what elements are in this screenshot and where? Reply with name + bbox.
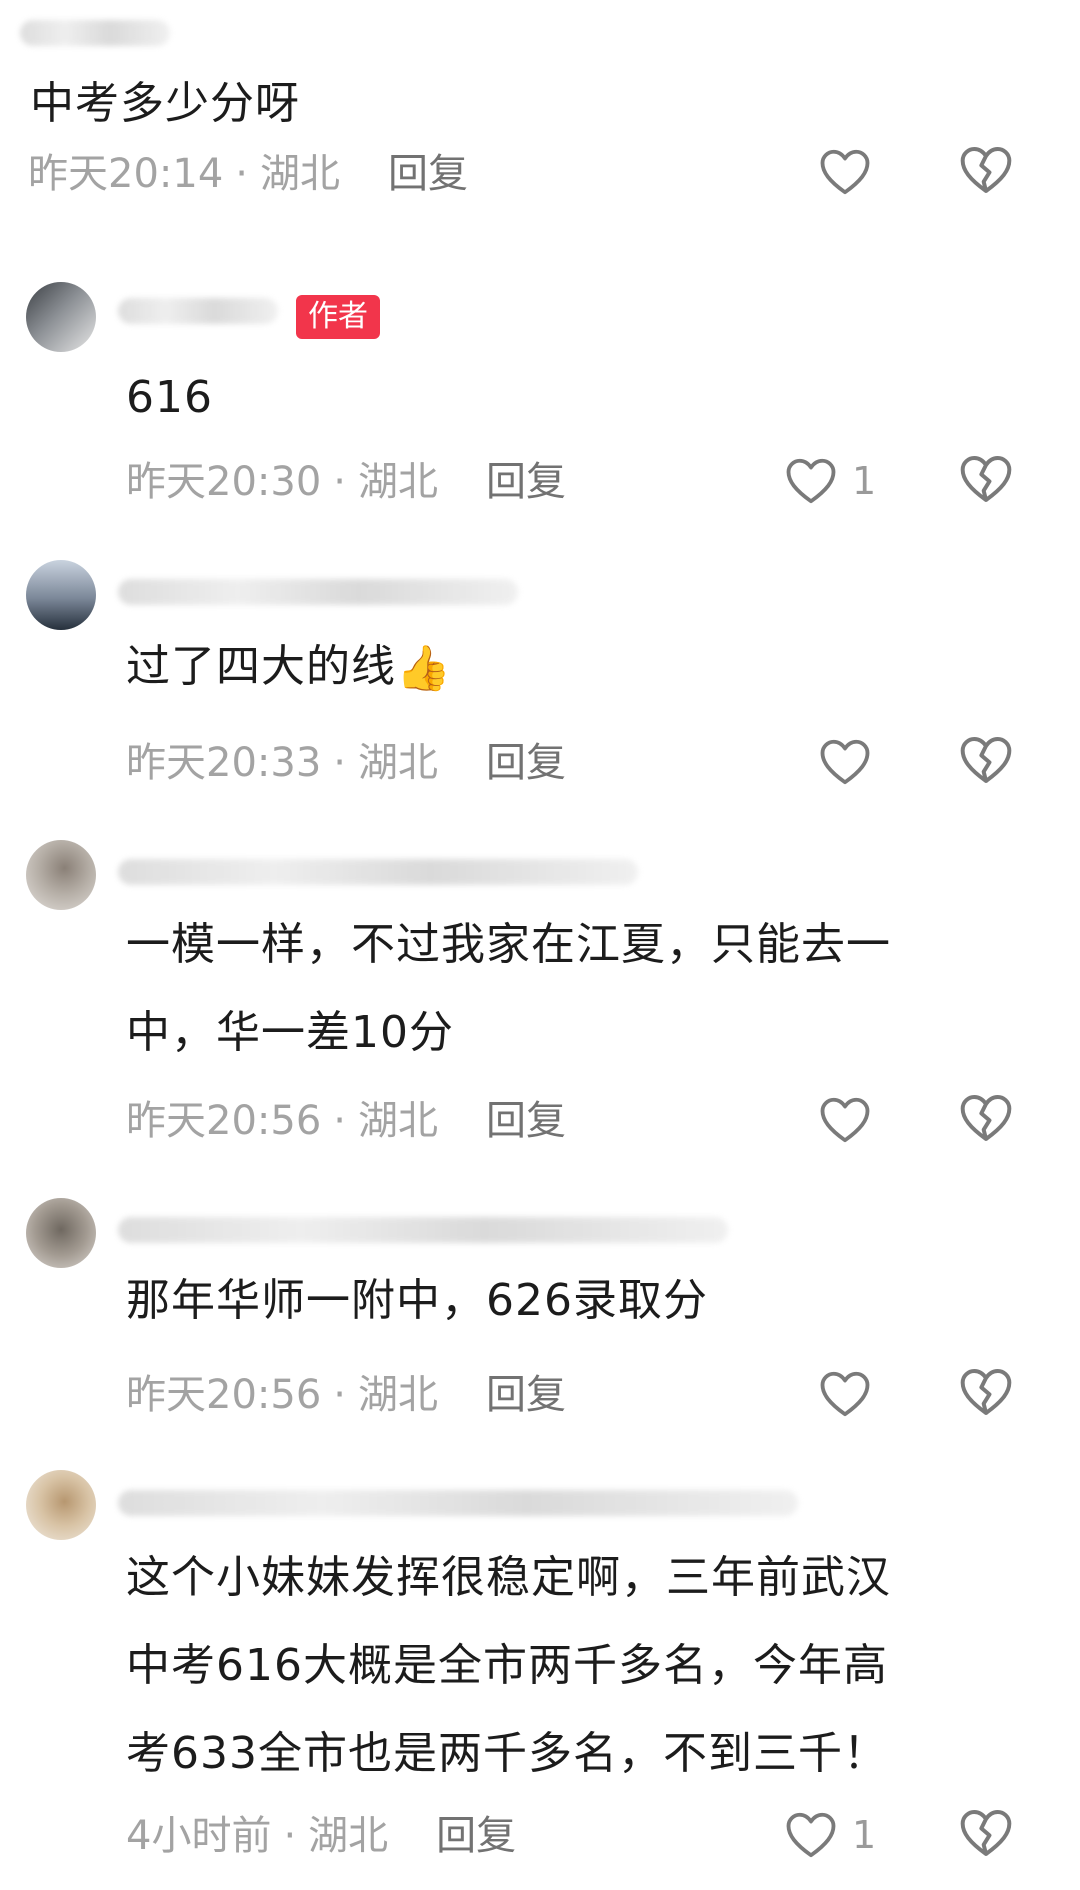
comment-meta: 昨天20:14 · 湖北 回复	[28, 146, 468, 202]
broken-heart-icon	[960, 1810, 1012, 1856]
comment-text: 那年华师一附中，626录取分	[126, 1275, 708, 1326]
avatar[interactable]	[26, 560, 96, 630]
heart-outline-icon	[820, 739, 870, 785]
comment-meta: 4小时前 · 湖北 回复	[126, 1808, 516, 1864]
comment-text: 一模一样，不过我家在江夏，只能去一 中，华一差10分	[126, 901, 891, 1077]
comment-item: 过了四大的线👍 昨天20:33 · 湖北 回复	[0, 555, 1080, 795]
comment-time: 昨天20:56	[126, 1372, 322, 1418]
comment-text-line: 这个小妹妹发挥很稳定啊，三年前武汉	[126, 1552, 891, 1603]
heart-outline-icon	[820, 1097, 870, 1143]
comment-text-line: 一模一样，不过我家在江夏，只能去一	[126, 919, 891, 970]
meta-separator: ·	[333, 1098, 346, 1144]
meta-separator: ·	[333, 1372, 346, 1418]
reply-button[interactable]: 回复	[486, 1093, 566, 1149]
comment-text-line: 中，华一差10分	[126, 1007, 454, 1058]
comment-meta: 昨天20:33 · 湖北 回复	[126, 735, 566, 791]
comment-time: 昨天20:56	[126, 1098, 322, 1144]
broken-heart-icon	[960, 737, 1012, 783]
meta-separator: ·	[283, 1813, 297, 1859]
avatar[interactable]	[26, 1198, 96, 1268]
like-button[interactable]: 1	[784, 451, 876, 511]
comment-text: 这个小妹妹发挥很稳定啊，三年前武汉 中考616大概是全市两千多名，今年高 考63…	[126, 1534, 891, 1798]
dislike-button[interactable]	[958, 1807, 1014, 1863]
comment-location: 湖北	[260, 151, 340, 197]
thumbs-up-icon: 👍	[396, 643, 452, 694]
avatar[interactable]	[26, 840, 96, 910]
username-blurred[interactable]	[118, 1217, 728, 1243]
reply-button[interactable]: 回复	[436, 1808, 516, 1864]
dislike-button[interactable]	[958, 734, 1014, 790]
avatar[interactable]	[26, 1470, 96, 1540]
like-button[interactable]	[818, 1364, 886, 1424]
comment-location: 湖北	[308, 1813, 389, 1859]
comment-text: 过了四大的线👍	[126, 623, 452, 713]
username-blurred[interactable]	[118, 298, 278, 324]
comment-item: 这个小妹妹发挥很稳定啊，三年前武汉 中考616大概是全市两千多名，今年高 考63…	[0, 1468, 1080, 1888]
reply-button[interactable]: 回复	[486, 454, 566, 510]
like-button[interactable]: 1	[784, 1805, 876, 1865]
heart-outline-icon	[820, 1371, 870, 1417]
heart-outline-icon	[786, 1812, 836, 1858]
comment-location: 湖北	[358, 459, 438, 505]
dislike-button[interactable]	[958, 144, 1014, 200]
comment-meta: 昨天20:56 · 湖北 回复	[126, 1367, 566, 1423]
comment-location: 湖北	[358, 1098, 438, 1144]
username-blurred[interactable]	[118, 579, 518, 605]
comment-item: 那年华师一附中，626录取分 昨天20:56 · 湖北 回复	[0, 1195, 1080, 1445]
comment-text-line: 中考616大概是全市两千多名，今年高	[126, 1640, 888, 1691]
comment-item: 中考多少分呀 昨天20:14 · 湖北 回复	[0, 0, 1080, 220]
username-blurred[interactable]	[118, 859, 638, 885]
heart-outline-icon	[786, 458, 836, 504]
comment-meta: 昨天20:30 · 湖北 回复	[126, 454, 566, 510]
meta-separator: ·	[235, 151, 248, 197]
comment-time: 昨天20:33	[126, 740, 322, 786]
comment-time: 昨天20:14	[28, 151, 224, 197]
comment-time: 昨天20:30	[126, 459, 322, 505]
like-count: 1	[852, 1813, 877, 1857]
comment-time: 4小时前	[126, 1813, 272, 1859]
broken-heart-icon	[960, 456, 1012, 502]
like-count: 1	[852, 459, 877, 503]
like-button[interactable]	[818, 1090, 886, 1150]
comment-location: 湖北	[358, 1372, 438, 1418]
broken-heart-icon	[960, 147, 1012, 193]
heart-outline-icon	[820, 149, 870, 195]
comment-location: 湖北	[358, 740, 438, 786]
avatar[interactable]	[26, 282, 96, 352]
reply-button[interactable]: 回复	[486, 1367, 566, 1423]
author-badge: 作者	[296, 295, 380, 339]
broken-heart-icon	[960, 1369, 1012, 1415]
comment-text: 中考多少分呀	[30, 78, 300, 129]
meta-separator: ·	[333, 740, 346, 786]
comment-text-line: 考633全市也是两千多名，不到三千！	[126, 1728, 888, 1779]
dislike-button[interactable]	[958, 453, 1014, 509]
comment-text-main: 过了四大的线	[126, 641, 396, 692]
like-button[interactable]	[818, 732, 886, 792]
username-blurred[interactable]	[118, 1490, 798, 1516]
comment-text: 616	[126, 372, 213, 423]
reply-button[interactable]: 回复	[388, 146, 468, 202]
reply-button[interactable]: 回复	[486, 735, 566, 791]
comment-item: 作者 616 昨天20:30 · 湖北 回复 1	[0, 270, 1080, 540]
broken-heart-icon	[960, 1095, 1012, 1141]
dislike-button[interactable]	[958, 1366, 1014, 1422]
meta-separator: ·	[333, 459, 346, 505]
username-blurred[interactable]	[20, 20, 170, 46]
like-button[interactable]	[818, 142, 886, 202]
comment-meta: 昨天20:56 · 湖北 回复	[126, 1093, 566, 1149]
dislike-button[interactable]	[958, 1092, 1014, 1148]
comment-item: 一模一样，不过我家在江夏，只能去一 中，华一差10分 昨天20:56 · 湖北 回复	[0, 835, 1080, 1165]
